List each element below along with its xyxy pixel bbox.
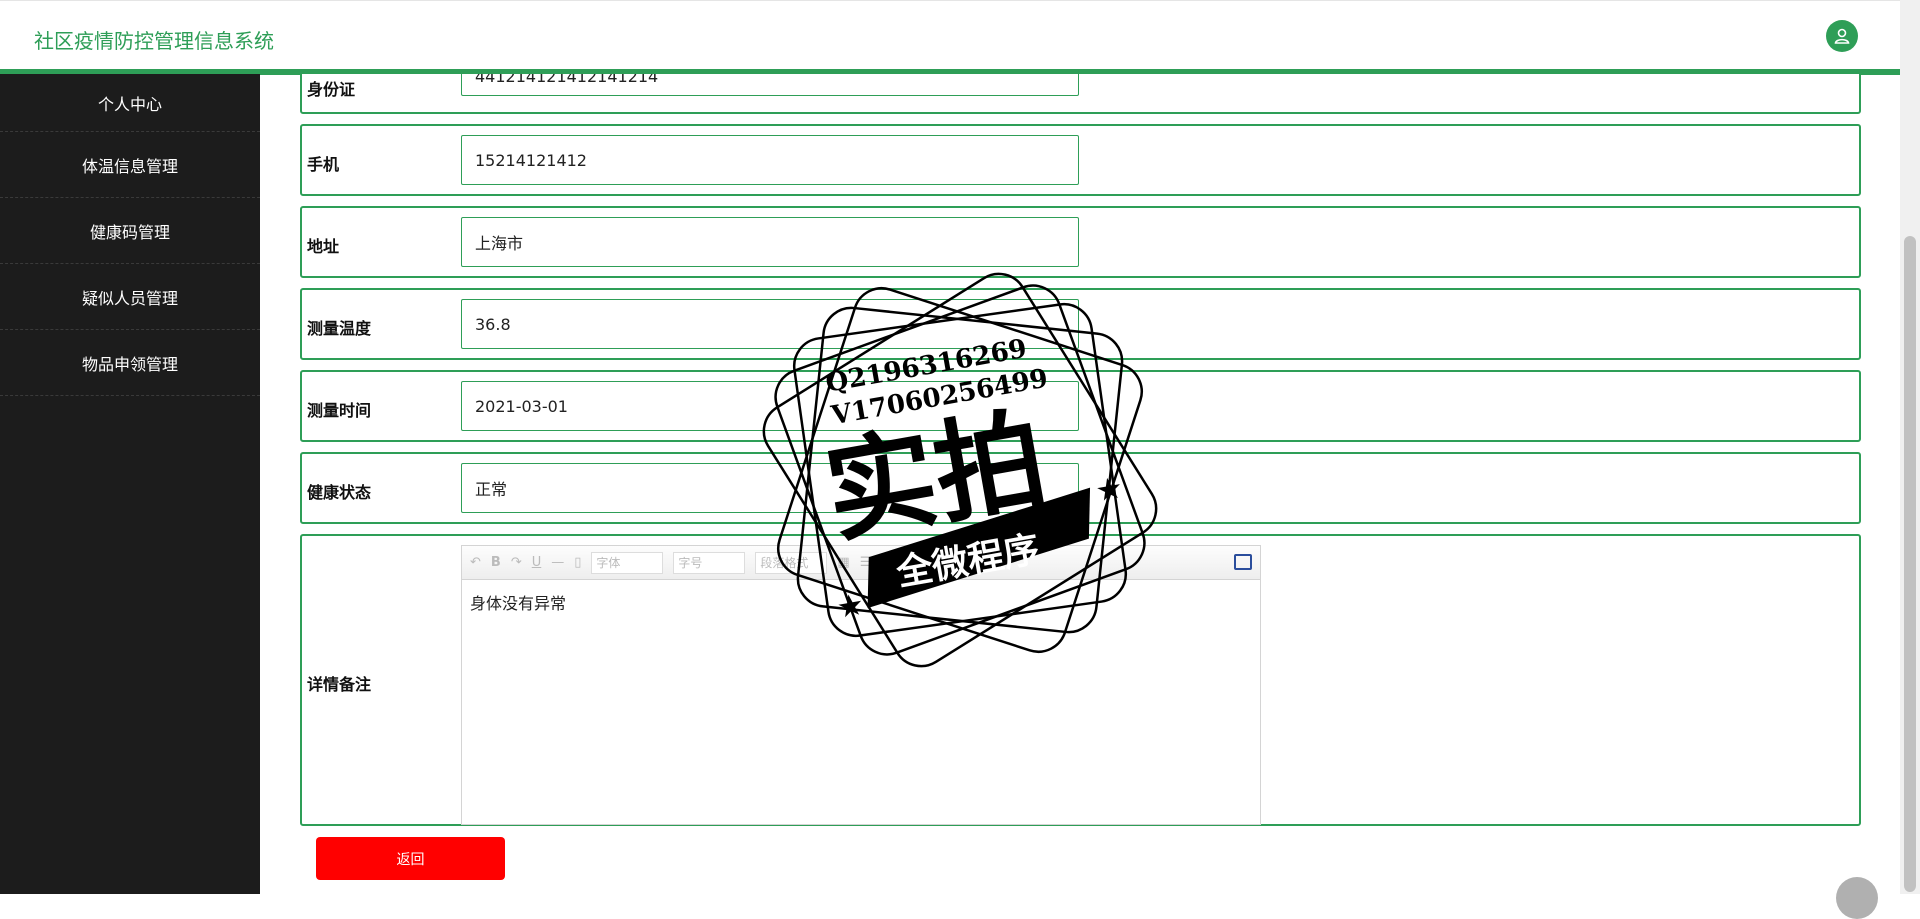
document-icon[interactable]: ▯ <box>574 555 581 570</box>
font-select[interactable]: 字体 <box>591 551 664 574</box>
user-avatar[interactable] <box>1826 20 1858 52</box>
form-row-measure-time: 测量时间 2021-03-01 <box>300 370 1861 442</box>
sidebar: 个人中心 体温信息管理 健康码管理 疑似人员管理 物品申领管理 <box>0 74 260 894</box>
list-icon[interactable]: ☰ <box>860 555 872 570</box>
measure-time-label: 测量时间 <box>307 401 372 420</box>
measure-time-field[interactable]: 2021-03-01 <box>461 381 1079 431</box>
redo-icon[interactable]: ↷ <box>511 555 522 570</box>
bold-icon[interactable]: B <box>491 555 501 570</box>
temperature-label: 测量温度 <box>307 319 372 338</box>
back-to-top-button[interactable] <box>1836 877 1878 919</box>
sidebar-item-personal-center[interactable]: 个人中心 <box>0 74 260 132</box>
fullscreen-icon[interactable] <box>1234 554 1252 570</box>
horizontal-rule-icon[interactable]: — <box>551 555 564 570</box>
id-card-field[interactable]: 441214121412141214 <box>461 74 1079 96</box>
phone-field[interactable]: 15214121412 <box>461 135 1079 185</box>
sidebar-item-temperature[interactable]: 体温信息管理 <box>0 132 260 198</box>
scrollbar-thumb[interactable] <box>1904 236 1916 892</box>
form-row-phone: 手机 15214121412 <box>300 124 1861 196</box>
undo-icon[interactable]: ↶ <box>470 555 481 570</box>
sidebar-item-suspected[interactable]: 疑似人员管理 <box>0 264 260 330</box>
phone-label: 手机 <box>307 155 340 174</box>
size-select[interactable]: 字号 <box>673 551 746 574</box>
editor-toolbar: ↶ B ↷ U — ▯ 字体 字号 段落格式 ▦ ☰ <box>462 546 1260 580</box>
form-row-details: 详情备注 ↶ B ↷ U — ▯ 字体 字号 段落格式 ▦ ☰ 身体没有异常 <box>300 534 1861 826</box>
health-status-label: 健康状态 <box>307 483 372 502</box>
table-icon[interactable]: ▦ <box>837 555 849 570</box>
form-row-temperature: 测量温度 36.8 <box>300 288 1861 360</box>
sidebar-item-label: 体温信息管理 <box>81 156 178 176</box>
form-row-address: 地址 上海市 <box>300 206 1861 278</box>
back-button[interactable]: 返回 <box>316 837 505 880</box>
page-scrollbar[interactable] <box>1900 0 1920 894</box>
sidebar-item-label: 个人中心 <box>97 94 162 114</box>
form-row-health-status: 健康状态 正常 <box>300 452 1861 524</box>
id-card-label: 身份证 <box>307 80 356 99</box>
address-label: 地址 <box>307 237 340 256</box>
details-label: 详情备注 <box>307 675 372 694</box>
sidebar-item-supplies[interactable]: 物品申领管理 <box>0 330 260 396</box>
form-row-id-card: 身份证 441214121412141214 <box>300 74 1861 114</box>
main-content: 身份证 441214121412141214 手机 15214121412 地址… <box>260 74 1900 894</box>
underline-icon[interactable]: U <box>532 555 542 570</box>
rich-text-editor[interactable]: ↶ B ↷ U — ▯ 字体 字号 段落格式 ▦ ☰ 身体没有异常 <box>461 545 1261 825</box>
sidebar-item-label: 疑似人员管理 <box>81 288 178 308</box>
sidebar-item-label: 物品申领管理 <box>81 354 178 374</box>
sidebar-item-label: 健康码管理 <box>89 222 170 242</box>
sidebar-item-health-code[interactable]: 健康码管理 <box>0 198 260 264</box>
format-select[interactable]: 段落格式 <box>755 551 828 574</box>
app-title: 社区疫情防控管理信息系统 <box>34 29 274 53</box>
address-field[interactable]: 上海市 <box>461 217 1079 267</box>
top-header: 社区疫情防控管理信息系统 <box>0 0 1900 75</box>
health-status-field[interactable]: 正常 <box>461 463 1079 513</box>
editor-content[interactable]: 身体没有异常 <box>462 580 1260 624</box>
user-icon <box>1834 28 1850 44</box>
temperature-field[interactable]: 36.8 <box>461 299 1079 349</box>
